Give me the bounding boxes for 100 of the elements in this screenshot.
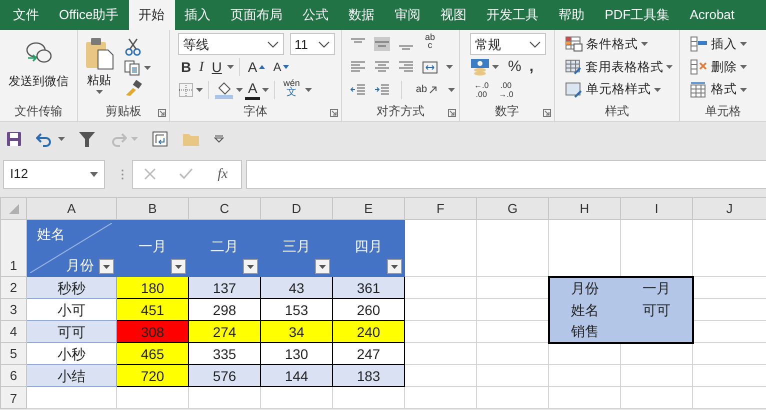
filter-button[interactable]: [99, 259, 114, 274]
name-box[interactable]: I12: [3, 160, 105, 188]
column-header[interactable]: H: [548, 198, 620, 220]
row-header[interactable]: 3: [0, 298, 26, 320]
ribbon-tab[interactable]: 数据: [338, 0, 385, 30]
column-header[interactable]: A: [26, 198, 116, 220]
caret-icon[interactable]: [144, 66, 151, 70]
caret-icon[interactable]: [236, 88, 243, 92]
grow-font-button[interactable]: A: [244, 56, 268, 78]
save-icon[interactable]: [6, 130, 22, 146]
copy-icon[interactable]: [124, 60, 140, 76]
form-icon[interactable]: [152, 130, 168, 146]
italic-button[interactable]: I: [196, 56, 207, 78]
undo-icon[interactable]: [36, 130, 54, 146]
align-left-icon[interactable]: [350, 60, 366, 74]
cells-menu-button[interactable]: 插入: [688, 33, 764, 56]
caret-icon[interactable]: [90, 172, 98, 176]
align-right-icon[interactable]: [398, 60, 414, 74]
increase-decimal-button[interactable]: ←.0 .00: [470, 80, 493, 99]
column-header[interactable]: I: [620, 198, 692, 220]
decrease-decimal-button[interactable]: .00 →.0: [494, 80, 518, 99]
orientation-button[interactable]: ab: [412, 78, 440, 101]
ribbon-tab[interactable]: 公式: [292, 0, 339, 30]
banknote-icon[interactable]: [470, 58, 490, 76]
paint-bucket-icon[interactable]: [214, 80, 234, 99]
dialog-launcher-icon[interactable]: [543, 109, 551, 117]
chevron-icon[interactable]: [529, 40, 541, 48]
ribbon-tab[interactable]: 帮助: [548, 0, 595, 30]
column-header[interactable]: G: [476, 198, 548, 220]
column-header[interactable]: C: [188, 198, 260, 220]
number-format-field[interactable]: 常规: [470, 33, 546, 56]
column-header[interactable]: B: [116, 198, 188, 220]
paste-button[interactable]: 粘贴: [82, 34, 116, 101]
font-name-field[interactable]: 等线: [178, 33, 284, 56]
filter-button[interactable]: [387, 259, 402, 274]
cells-menu-button[interactable]: 格式: [688, 78, 764, 101]
dialog-launcher-icon[interactable]: [330, 109, 338, 117]
phonetic-button[interactable]: wén 文: [280, 78, 303, 101]
style-menu-button[interactable]: 条件格式: [563, 33, 675, 56]
customize-icon[interactable]: [214, 134, 224, 142]
caret-icon[interactable]: [96, 90, 102, 94]
caret-icon[interactable]: [666, 65, 673, 69]
dialog-launcher-icon[interactable]: [448, 109, 456, 117]
send-to-wechat-button[interactable]: 发送到微信: [6, 34, 70, 101]
filter-icon[interactable]: [79, 130, 95, 146]
caret-icon[interactable]: [740, 42, 747, 46]
percent-button[interactable]: %: [505, 56, 524, 78]
ribbon-tab[interactable]: Office助手: [49, 0, 129, 30]
row-header[interactable]: 6: [0, 364, 26, 386]
scissors-icon[interactable]: [124, 38, 142, 56]
filter-button[interactable]: [243, 259, 258, 274]
caret-icon[interactable]: [740, 65, 747, 69]
ribbon-tab[interactable]: 视图: [430, 0, 477, 30]
caret-icon[interactable]: [226, 65, 234, 69]
chevron-icon[interactable]: [266, 40, 279, 48]
formula-field[interactable]: [246, 160, 766, 188]
cells-menu-button[interactable]: 删除: [688, 56, 764, 78]
row-header[interactable]: 2: [0, 276, 26, 298]
ribbon-tab[interactable]: 审阅: [384, 0, 431, 30]
merge-cells-icon[interactable]: [422, 60, 438, 74]
shrink-font-button[interactable]: A: [270, 56, 292, 78]
bold-button[interactable]: B: [178, 56, 194, 78]
underline-button[interactable]: U: [208, 56, 225, 78]
align-center-icon[interactable]: [374, 60, 390, 74]
caret-icon[interactable]: [448, 88, 456, 92]
insert-function-button[interactable]: fx: [216, 164, 230, 184]
caret-icon[interactable]: [654, 88, 661, 92]
font-color-button[interactable]: A: [245, 80, 260, 100]
filter-button[interactable]: [315, 259, 330, 274]
row-header[interactable]: 5: [0, 342, 26, 364]
caret-icon[interactable]: [641, 42, 648, 46]
column-header[interactable]: D: [260, 198, 332, 220]
caret-icon[interactable]: [58, 136, 65, 140]
column-header[interactable]: F: [404, 198, 476, 220]
wrap-text-button[interactable]: ab c: [422, 33, 438, 56]
style-menu-button[interactable]: 单元格样式: [563, 78, 675, 101]
caret-icon[interactable]: [740, 88, 747, 92]
ribbon-tab[interactable]: Acrobat: [680, 0, 745, 30]
comma-button[interactable]: ,: [526, 56, 537, 78]
row-header[interactable]: 4: [0, 320, 26, 342]
decrease-indent-icon[interactable]: [350, 82, 366, 97]
increase-indent-icon[interactable]: [374, 82, 390, 97]
ribbon-tab[interactable]: 页面布局: [220, 0, 293, 30]
style-menu-button[interactable]: 套用表格格式: [563, 56, 675, 78]
check-icon[interactable]: [178, 168, 193, 180]
dialog-launcher-icon[interactable]: [158, 109, 166, 117]
caret-icon[interactable]: [446, 65, 453, 69]
filter-button[interactable]: [171, 259, 186, 274]
row-header[interactable]: 1: [0, 220, 26, 276]
ribbon-tab[interactable]: 开始: [128, 0, 175, 30]
paintbrush-icon[interactable]: [124, 80, 142, 96]
borders-icon[interactable]: [178, 82, 194, 98]
ribbon-tab[interactable]: 开发工具: [476, 0, 549, 30]
column-header[interactable]: E: [332, 198, 404, 220]
caret-icon[interactable]: [492, 65, 499, 69]
ribbon-tab[interactable]: PDF工具集: [594, 0, 680, 30]
ribbon-tab[interactable]: 文件: [3, 0, 49, 30]
row-header[interactable]: 7: [0, 386, 26, 408]
caret-icon[interactable]: [304, 88, 312, 92]
font-size-field[interactable]: 11: [290, 33, 335, 56]
